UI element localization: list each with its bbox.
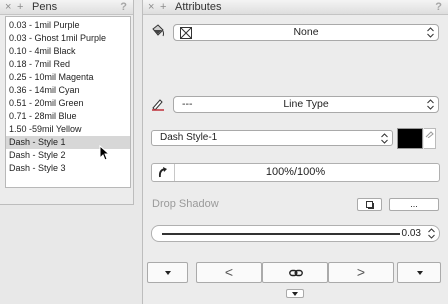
list-item[interactable]: 0.25 - 10mil Magenta <box>6 71 130 84</box>
help-icon[interactable]: ? <box>435 0 442 14</box>
next-arrow-button[interactable]: > <box>328 262 394 283</box>
opacity-field[interactable]: 100%/100% <box>151 163 440 182</box>
shadow-options-button[interactable]: ... <box>389 198 439 211</box>
line-weight-slider[interactable]: 0.03 <box>151 225 440 242</box>
line-weight-value: 0.03 <box>401 228 421 239</box>
pen-tool-icon <box>152 99 164 111</box>
dash-style-popup[interactable]: Dash Style-1 <box>151 130 393 146</box>
pens-titlebar: × + Pens ? <box>0 0 133 15</box>
left-dropdown-button[interactable] <box>147 262 188 283</box>
list-item[interactable]: Dash - Style 3 <box>6 162 130 175</box>
previous-arrow-button[interactable]: < <box>196 262 262 283</box>
paint-bucket-icon <box>152 24 164 37</box>
updown-arrows-icon <box>428 228 435 239</box>
list-item[interactable]: Dash - Style 2 <box>6 149 130 162</box>
list-item[interactable]: 0.03 - 1mil Purple <box>6 19 130 32</box>
dash-style-value: Dash Style-1 <box>160 132 218 143</box>
chevron-down-icon <box>417 271 423 275</box>
drop-shadow-label: Drop Shadow <box>152 198 219 210</box>
link-icon <box>289 269 303 277</box>
list-item-selected[interactable]: Dash - Style 1 <box>6 136 130 149</box>
attributes-title: Attributes <box>175 1 222 13</box>
add-icon[interactable]: + <box>160 1 166 14</box>
list-item[interactable]: 0.10 - 4mil Black <box>6 45 130 58</box>
stroke-color-swatch[interactable] <box>397 128 423 149</box>
list-item[interactable]: 0.51 - 20mil Green <box>6 97 130 110</box>
close-icon[interactable]: × <box>148 1 154 14</box>
updown-arrows-icon <box>427 27 434 38</box>
opacity-value: 100%/100% <box>265 166 326 178</box>
collapse-tab[interactable] <box>286 289 304 298</box>
list-item[interactable]: 0.71 - 28mil Blue <box>6 110 130 123</box>
list-item[interactable]: 0.03 - Ghost 1mil Purple <box>6 32 130 45</box>
add-icon[interactable]: + <box>17 1 23 14</box>
attributes-titlebar: × + Attributes ? <box>143 0 448 15</box>
attributes-palette: × + Attributes ? None --- Line Type Dash… <box>142 0 448 304</box>
updown-arrows-icon <box>381 133 388 144</box>
drop-shadow-toggle[interactable] <box>357 198 382 211</box>
help-icon[interactable]: ? <box>120 0 127 14</box>
color-picker-toggle[interactable] <box>424 128 436 149</box>
fill-popup[interactable]: None <box>173 24 439 41</box>
list-item[interactable]: 1.50 -59mil Yellow <box>6 123 130 136</box>
close-icon[interactable]: × <box>5 1 11 14</box>
line-type-popup[interactable]: --- Line Type <box>173 96 439 113</box>
list-item[interactable]: 0.36 - 14mil Cyan <box>6 84 130 97</box>
fill-value: None <box>293 26 319 38</box>
pens-title: Pens <box>32 1 58 13</box>
pens-palette: × + Pens ? 0.03 - 1mil Purple 0.03 - Gho… <box>0 0 134 205</box>
line-weight-preview <box>162 233 400 235</box>
shadow-box-icon <box>366 201 374 209</box>
pen-list[interactable]: 0.03 - 1mil Purple 0.03 - Ghost 1mil Pur… <box>5 16 131 188</box>
right-dropdown-button[interactable] <box>397 262 441 283</box>
chevron-down-icon <box>292 292 298 296</box>
link-button[interactable] <box>262 262 328 283</box>
list-item[interactable]: 0.18 - 7mil Red <box>6 58 130 71</box>
updown-arrows-icon <box>427 99 434 110</box>
line-type-label: Line Type <box>283 98 329 110</box>
eyedropper-icon <box>425 131 434 138</box>
chevron-down-icon <box>165 271 171 275</box>
mouse-cursor-icon <box>99 145 111 161</box>
